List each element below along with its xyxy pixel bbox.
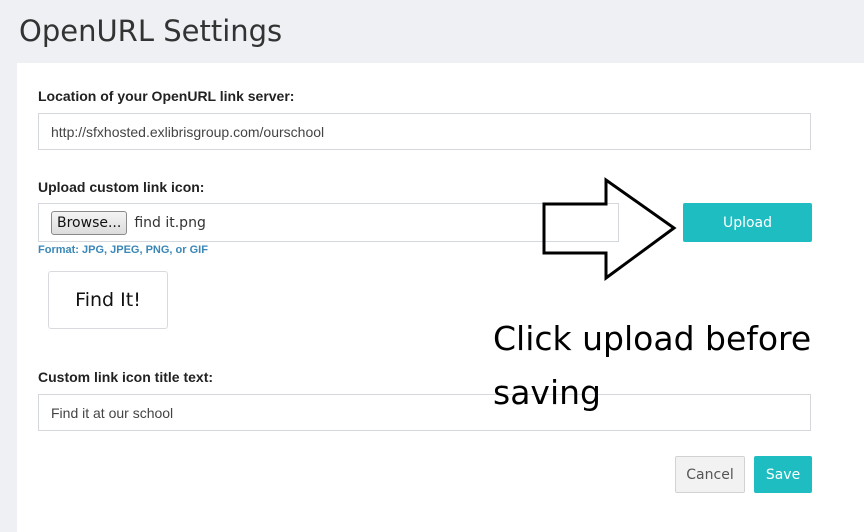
page-title: OpenURL Settings — [19, 14, 283, 48]
save-button[interactable]: Save — [754, 456, 812, 493]
selected-file-name: find it.png — [134, 214, 206, 231]
link-server-label: Location of your OpenURL link server: — [38, 88, 295, 104]
settings-panel: Location of your OpenURL link server: Up… — [17, 63, 864, 532]
link-icon-label: Upload custom link icon: — [38, 179, 205, 195]
cancel-button[interactable]: Cancel — [675, 456, 745, 493]
annotation-text: Click upload before saving — [493, 319, 812, 412]
upload-button[interactable]: Upload — [683, 203, 812, 242]
page: OpenURL Settings Location of your OpenUR… — [0, 0, 864, 532]
format-hint: Format: JPG, JPEG, PNG, or GIF — [38, 244, 208, 256]
link-server-input[interactable] — [38, 113, 811, 150]
link-icon-preview: Find It! — [48, 271, 168, 329]
link-icon-file-input[interactable]: Browse... find it.png — [38, 203, 619, 242]
right-arrow-outline-icon — [542, 177, 677, 281]
title-text-label: Custom link icon title text: — [38, 369, 214, 385]
browse-button[interactable]: Browse... — [51, 210, 128, 235]
